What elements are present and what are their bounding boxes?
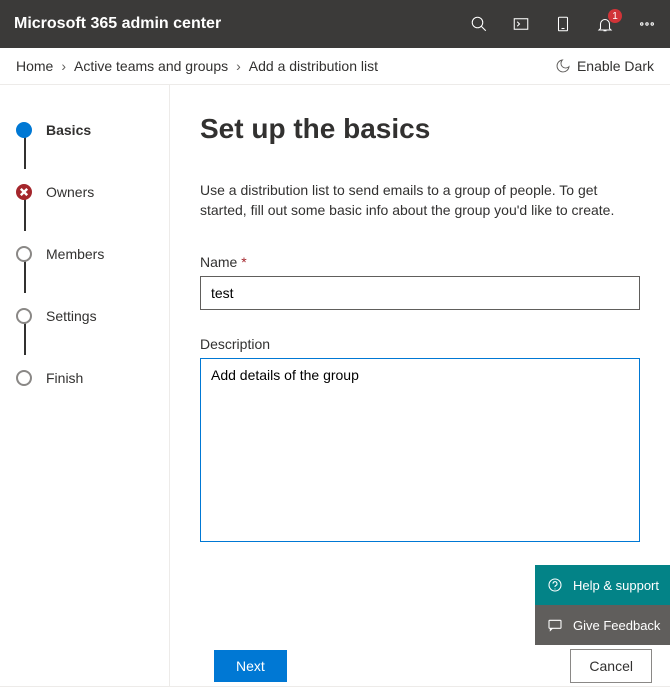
name-input[interactable] [200, 276, 640, 310]
page-heading: Set up the basics [200, 113, 660, 145]
page-description: Use a distribution list to send emails t… [200, 181, 630, 220]
feedback-icon [547, 617, 563, 633]
give-feedback-label: Give Feedback [573, 618, 660, 633]
step-basics[interactable]: Basics [16, 115, 169, 145]
step-label: Basics [46, 122, 91, 138]
help-support-button[interactable]: Help & support [535, 565, 670, 605]
breadcrumb-home[interactable]: Home [16, 58, 53, 74]
top-bar: Microsoft 365 admin center 1 [0, 0, 670, 48]
dark-mode-toggle[interactable]: Enable Dark [555, 58, 654, 74]
device-icon[interactable] [554, 15, 572, 33]
step-members[interactable]: Members [16, 239, 169, 269]
name-label: Name * [200, 254, 660, 270]
step-settings[interactable]: Settings [16, 301, 169, 331]
step-indicator [16, 246, 32, 262]
name-label-text: Name [200, 254, 237, 270]
more-icon[interactable] [638, 15, 656, 33]
description-label: Description [200, 336, 660, 352]
notifications-icon[interactable]: 1 [596, 15, 614, 33]
shell-icon[interactable] [512, 15, 530, 33]
breadcrumb-bar: Home › Active teams and groups › Add a d… [0, 48, 670, 84]
step-label: Members [46, 246, 104, 262]
step-indicator-active [16, 122, 32, 138]
step-label: Finish [46, 370, 83, 386]
step-connector [24, 261, 26, 293]
dark-mode-label: Enable Dark [577, 58, 654, 74]
search-icon[interactable] [470, 15, 488, 33]
step-owners[interactable]: Owners [16, 177, 169, 207]
description-textarea[interactable] [200, 358, 640, 542]
chevron-right-icon: › [53, 58, 74, 74]
step-indicator [16, 370, 32, 386]
required-asterisk: * [241, 254, 246, 270]
step-finish[interactable]: Finish [16, 363, 169, 393]
step-connector [24, 323, 26, 355]
breadcrumb-current: Add a distribution list [249, 58, 378, 74]
step-label: Owners [46, 184, 94, 200]
description-field-block: Description [200, 336, 660, 545]
step-indicator [16, 308, 32, 324]
give-feedback-button[interactable]: Give Feedback [535, 605, 670, 645]
help-panel: Help & support Give Feedback [535, 565, 670, 645]
headset-icon [547, 577, 563, 593]
step-label: Settings [46, 308, 97, 324]
step-connector [24, 199, 26, 231]
chevron-right-icon: › [228, 58, 249, 74]
app-title: Microsoft 365 admin center [14, 15, 470, 33]
cancel-button[interactable]: Cancel [570, 649, 652, 683]
next-button[interactable]: Next [214, 650, 287, 682]
help-support-label: Help & support [573, 578, 659, 593]
step-indicator-error [16, 184, 32, 200]
notification-badge: 1 [608, 9, 622, 23]
name-field-block: Name * [200, 254, 660, 310]
topbar-icons: 1 [470, 15, 656, 33]
breadcrumb-teams[interactable]: Active teams and groups [74, 58, 228, 74]
moon-icon [555, 58, 571, 74]
wizard-steps: Basics Owners Members Settings Finish [0, 85, 170, 686]
step-connector [24, 137, 26, 169]
footer-actions: Next Cancel [0, 649, 670, 683]
